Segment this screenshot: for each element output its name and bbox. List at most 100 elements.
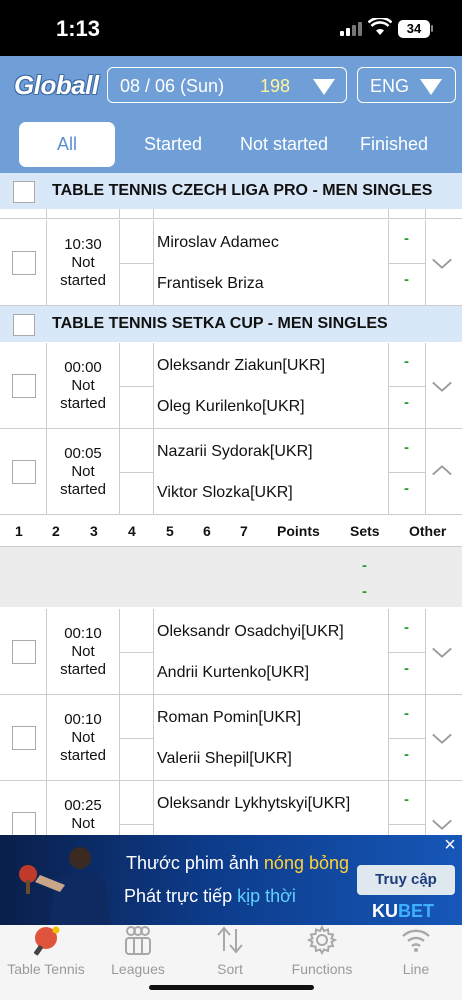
sort-icon (217, 926, 243, 954)
score-away: - (404, 394, 409, 411)
nav-functions[interactable]: Functions (276, 925, 368, 985)
nav-table-tennis[interactable]: Table Tennis (0, 925, 92, 985)
league-header[interactable]: TABLE TENNIS SETKA CUP - MEN SINGLES (0, 306, 462, 342)
player-home: Oleksandr Ziakun[UKR] (157, 357, 326, 374)
league-header[interactable]: TABLE TENNIS CZECH LIGA PRO - MEN SINGLE… (0, 173, 462, 209)
tab-finished[interactable]: Finished (352, 122, 436, 167)
nav-sort[interactable]: Sort (184, 925, 276, 985)
language-selector[interactable]: ENG (357, 67, 456, 103)
league-name: TABLE TENNIS CZECH LIGA PRO - MEN SINGLE… (52, 182, 433, 199)
player-away: Andrii Kurtenko[UKR] (157, 664, 310, 681)
match-time: 00:10 Not started (60, 625, 106, 678)
player-home: Roman Pomin[UKR] (157, 709, 302, 726)
player-away: Viktor Slozka[UKR] (157, 484, 293, 501)
home-indicator (149, 985, 314, 990)
nav-label: Sort (217, 961, 243, 977)
match-row[interactable]: 10:30 Not started Miroslav Adamec Frantis… (0, 220, 462, 306)
match-row[interactable]: 00:10 Not started Oleksandr Osadchyi[UKR]… (0, 609, 462, 695)
chevron-down-icon[interactable] (431, 728, 453, 750)
ad-banner[interactable]: Thước phim ảnh nóng bỏng Phát trực tiếp … (0, 835, 462, 925)
player-home: Miroslav Adamec (157, 234, 279, 251)
wifi-signal-icon (402, 929, 430, 952)
match-time: 00:00 Not started (60, 359, 106, 412)
set-4-header: 4 (128, 523, 136, 539)
match-row-expanded[interactable]: 00:05 Not started Nazarii Sydorak[UKR] Vi… (0, 429, 462, 515)
match-checkbox[interactable] (12, 251, 36, 275)
other-header: Other (409, 523, 447, 539)
nav-leagues[interactable]: Leagues (92, 925, 184, 985)
set-3-header: 3 (90, 523, 98, 539)
match-row[interactable]: 00:00 Not started Oleksandr Ziakun[UKR] O… (0, 343, 462, 429)
match-checkbox[interactable] (12, 726, 36, 750)
language-label: ENG (370, 76, 410, 96)
match-time: 10:30 Not started (60, 236, 106, 289)
ad-subheadline: Phát trực tiếp kịp thời (124, 886, 296, 906)
match-checkbox[interactable] (12, 640, 36, 664)
set-1-header: 1 (15, 523, 23, 539)
score-table-header: 1 2 3 4 5 6 7 Points Sets Other (0, 515, 462, 547)
match-checkbox[interactable] (12, 460, 36, 484)
player-home: Oleksandr Osadchyi[UKR] (157, 623, 344, 640)
score-away: - (404, 271, 409, 288)
chevron-down-icon[interactable] (431, 814, 453, 835)
score-away: - (404, 480, 409, 497)
nav-label: Line (402, 961, 430, 977)
points-header: Points (277, 523, 320, 539)
set-5-header: 5 (166, 523, 174, 539)
match-row[interactable]: 00:25 Not Oleksandr Lykhytskyi[UKR] - (0, 781, 462, 835)
match-time: 00:05 Not started (60, 445, 106, 498)
league-checkbox[interactable] (13, 314, 35, 336)
chevron-down-icon[interactable] (431, 642, 453, 664)
score-home: - (404, 230, 409, 247)
score-home: - (404, 353, 409, 370)
player-home: Nazarii Sydorak[UKR] (157, 443, 313, 460)
tab-started[interactable]: Started (132, 122, 214, 167)
player-away: Valerii Shepil[UKR] (157, 750, 292, 767)
filter-tabs: All Started Not started Finished (0, 117, 462, 173)
player-home: Oleksandr Lykhytskyi[UKR] (157, 795, 351, 812)
ad-cta-button[interactable]: Truy cập (357, 865, 455, 895)
match-count: 198 (260, 76, 291, 96)
nav-label: Leagues (111, 961, 165, 977)
nav-line[interactable]: Line (370, 925, 462, 985)
score-home: - (404, 439, 409, 456)
ad-headline: Thước phim ảnh nóng bỏng (126, 853, 350, 873)
score-table-body: - - (0, 547, 462, 607)
chevron-down-icon[interactable] (431, 376, 453, 398)
status-time: 1:13 (56, 16, 101, 41)
nav-label: Functions (291, 961, 353, 977)
app-header: Globall 08 / 06 (Sun) 198 ENG (0, 56, 462, 117)
tab-all[interactable]: All (19, 122, 115, 167)
match-time: 00:10 Not started (60, 711, 106, 764)
score-away: - (404, 746, 409, 763)
set-6-header: 6 (203, 523, 211, 539)
ad-brand-logo: KUBET (372, 901, 434, 921)
player-away: Frantisek Briza (157, 275, 264, 292)
match-row[interactable]: 00:10 Not started Roman Pomin[UKR] Valeri… (0, 695, 462, 781)
row-separator (0, 209, 462, 219)
chevron-up-icon[interactable] (431, 459, 453, 481)
chevron-down-icon (313, 79, 335, 95)
chevron-down-icon[interactable] (431, 253, 453, 275)
score-home: - (404, 619, 409, 636)
date-label: 08 / 06 (Sun) (120, 76, 225, 96)
close-icon[interactable]: × (441, 835, 459, 855)
date-selector[interactable]: 08 / 06 (Sun) 198 (107, 67, 347, 103)
match-time: 00:25 Not (64, 797, 102, 832)
match-checkbox[interactable] (12, 812, 36, 835)
set-2-header: 2 (52, 523, 60, 539)
app-root: 1:13 34 Globall 08 / 06 (Sun) 198 ENG Al… (0, 0, 462, 1000)
score-home: - (404, 791, 409, 808)
match-checkbox[interactable] (12, 374, 36, 398)
match-list[interactable]: TABLE TENNIS CZECH LIGA PRO - MEN SINGLE… (0, 173, 462, 835)
set-7-header: 7 (240, 523, 248, 539)
league-checkbox[interactable] (13, 181, 35, 203)
sets-home-value: - (362, 557, 367, 574)
status-bar: 1:13 34 (0, 0, 462, 56)
tab-not-started[interactable]: Not started (232, 122, 336, 167)
score-away: - (404, 660, 409, 677)
cellular-signal-icon (340, 22, 362, 36)
chevron-down-icon (420, 79, 442, 95)
battery-tip (431, 25, 433, 32)
sets-away-value: - (362, 583, 367, 600)
